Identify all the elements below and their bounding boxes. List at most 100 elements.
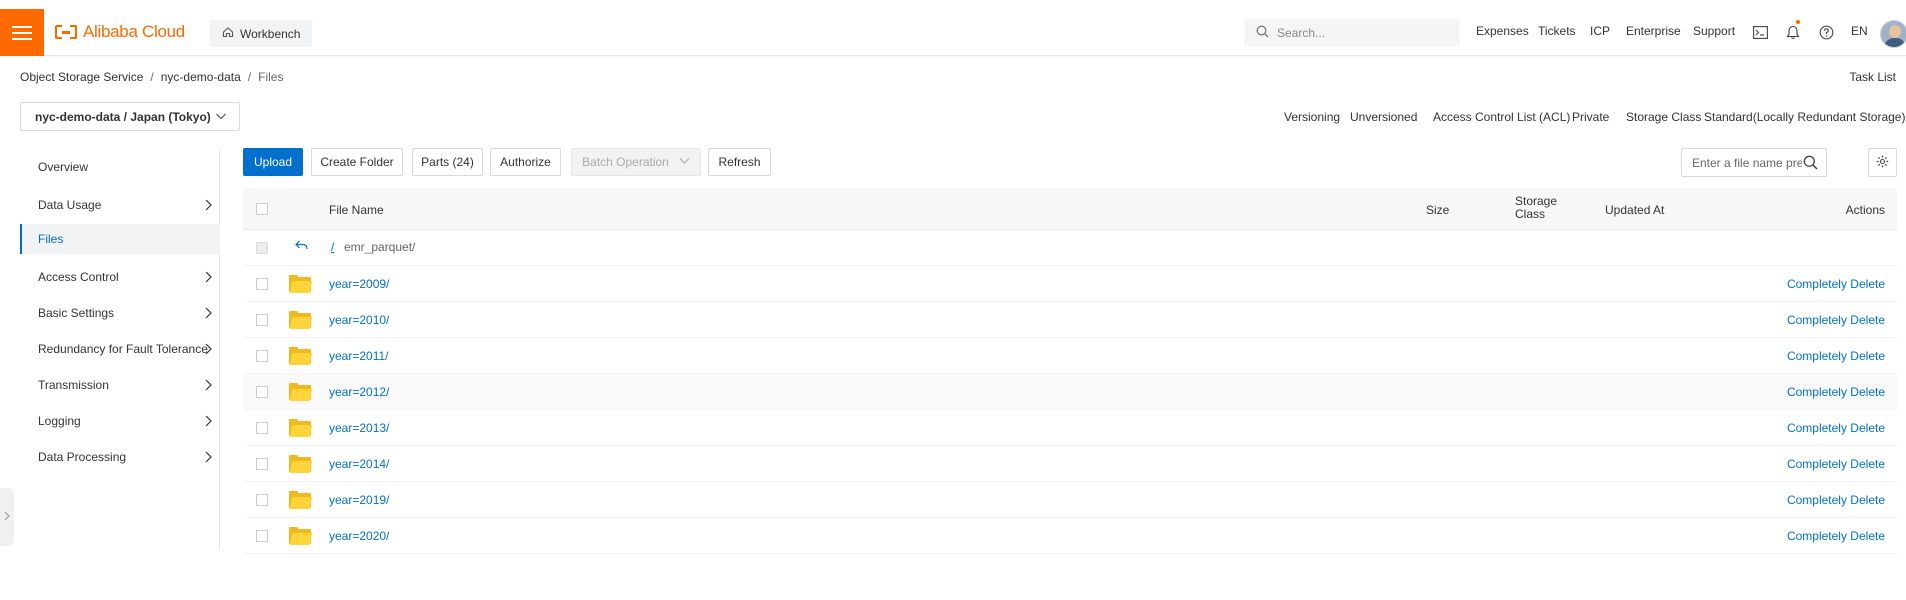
row-checkbox[interactable] bbox=[256, 278, 268, 290]
row-checkbox[interactable] bbox=[256, 494, 268, 506]
file-prefix-search[interactable] bbox=[1681, 148, 1827, 177]
parts-button[interactable]: Parts (24) bbox=[412, 148, 483, 176]
completely-delete-link[interactable]: Completely Delete bbox=[1787, 493, 1885, 507]
sidebar-item-label: Overview bbox=[38, 160, 89, 174]
upload-button[interactable]: Upload bbox=[243, 148, 303, 176]
sidebar-item-access-control[interactable]: Access Control bbox=[20, 262, 220, 292]
workbench-button[interactable]: Workbench bbox=[210, 20, 313, 47]
file-prefix-input[interactable] bbox=[1692, 155, 1802, 170]
row-checkbox[interactable] bbox=[256, 530, 268, 542]
folder-icon bbox=[289, 455, 313, 473]
terminal-icon[interactable] bbox=[1752, 24, 1768, 40]
folder-name-link[interactable]: year=2013/ bbox=[329, 421, 389, 435]
folder-icon bbox=[289, 383, 313, 401]
chevron-down-icon bbox=[215, 110, 227, 125]
completely-delete-link[interactable]: Completely Delete bbox=[1787, 277, 1885, 291]
nav-tickets[interactable]: Tickets bbox=[1538, 24, 1576, 38]
row-checkbox[interactable] bbox=[256, 422, 268, 434]
sidebar-item-label: Logging bbox=[38, 414, 81, 428]
sidebar-item-label: Basic Settings bbox=[38, 306, 115, 320]
gear-icon bbox=[1876, 155, 1889, 171]
select-all-checkbox[interactable] bbox=[256, 203, 268, 215]
search-input[interactable] bbox=[1277, 26, 1447, 40]
completely-delete-link[interactable]: Completely Delete bbox=[1787, 385, 1885, 399]
completely-delete-link[interactable]: Completely Delete bbox=[1787, 313, 1885, 327]
sidebar-collapse-toggle[interactable] bbox=[0, 488, 14, 546]
sidebar-item-data-processing[interactable]: Data Processing bbox=[20, 442, 220, 472]
home-icon bbox=[222, 26, 234, 41]
completely-delete-link[interactable]: Completely Delete bbox=[1787, 457, 1885, 471]
table-row: year=2012/Completely Delete bbox=[243, 374, 1897, 410]
row-checkbox[interactable] bbox=[256, 314, 268, 326]
root-path-link[interactable]: / bbox=[331, 240, 334, 254]
current-path: emr_parquet/ bbox=[344, 240, 416, 254]
table-settings-button[interactable] bbox=[1868, 148, 1897, 177]
nav-expenses[interactable]: Expenses bbox=[1476, 24, 1529, 38]
sidebar-item-basic-settings[interactable]: Basic Settings bbox=[20, 298, 220, 328]
sidebar-item-logging[interactable]: Logging bbox=[20, 406, 220, 436]
user-avatar[interactable] bbox=[1880, 20, 1906, 48]
create-folder-button[interactable]: Create Folder bbox=[311, 148, 403, 176]
authorize-button[interactable]: Authorize bbox=[490, 148, 561, 176]
versioning-label: Versioning bbox=[1284, 110, 1341, 124]
storage-class-value: Standard(Locally Redundant Storage) bbox=[1704, 110, 1906, 124]
sidebar-item-data-usage[interactable]: Data Usage bbox=[20, 190, 220, 220]
sidebar-item-label: Transmission bbox=[38, 378, 109, 392]
storage-class-label: Storage Class bbox=[1626, 110, 1702, 124]
row-checkbox[interactable] bbox=[256, 458, 268, 470]
folder-icon bbox=[289, 491, 313, 509]
chevron-right-icon bbox=[205, 307, 212, 322]
folder-name-link[interactable]: year=2019/ bbox=[329, 493, 389, 507]
bucket-selector[interactable]: nyc-demo-data / Japan (Tokyo) bbox=[20, 102, 240, 131]
chevron-right-icon bbox=[205, 379, 212, 394]
global-search[interactable] bbox=[1244, 19, 1460, 47]
help-icon[interactable] bbox=[1818, 24, 1834, 40]
sidebar-item-overview[interactable]: Overview bbox=[20, 152, 220, 182]
chevron-right-icon bbox=[205, 451, 212, 466]
row-checkbox[interactable] bbox=[256, 350, 268, 362]
folder-name-link[interactable]: year=2009/ bbox=[329, 277, 389, 291]
sidebar-item-transmission[interactable]: Transmission bbox=[20, 370, 220, 400]
sidebar-item-files[interactable]: Files bbox=[20, 224, 220, 254]
refresh-button[interactable]: Refresh bbox=[708, 148, 771, 176]
row-checkbox-disabled bbox=[256, 242, 268, 254]
batch-operation-button[interactable]: Batch Operation bbox=[571, 148, 701, 176]
completely-delete-link[interactable]: Completely Delete bbox=[1787, 529, 1885, 543]
brand-name: Alibaba Cloud bbox=[83, 22, 185, 41]
column-storage-class: Storage Class bbox=[1515, 194, 1558, 221]
breadcrumb-separator: / bbox=[247, 70, 252, 84]
breadcrumb-current: Files bbox=[258, 70, 284, 84]
back-arrow-icon[interactable] bbox=[295, 240, 308, 254]
folder-name-link[interactable]: year=2010/ bbox=[329, 313, 389, 327]
sidebar-item-redundancy-for-fault-tolerance[interactable]: Redundancy for Fault Tolerance bbox=[20, 334, 220, 364]
brand-logo[interactable]: Alibaba Cloud bbox=[55, 18, 185, 46]
completely-delete-link[interactable]: Completely Delete bbox=[1787, 421, 1885, 435]
nav-enterprise[interactable]: Enterprise bbox=[1626, 24, 1681, 38]
folder-icon bbox=[289, 419, 313, 437]
table-row: year=2011/Completely Delete bbox=[243, 338, 1897, 374]
breadcrumb-bucket[interactable]: nyc-demo-data bbox=[161, 70, 241, 84]
bell-icon[interactable] bbox=[1785, 24, 1801, 40]
chevron-right-icon bbox=[4, 510, 10, 524]
task-list-link[interactable]: Task List bbox=[1849, 70, 1896, 84]
search-icon bbox=[1256, 25, 1269, 41]
folder-name-link[interactable]: year=2020/ bbox=[329, 529, 389, 543]
column-size: Size bbox=[1426, 203, 1450, 217]
sidebar-item-label: Redundancy for Fault Tolerance bbox=[38, 342, 208, 356]
nav-icp[interactable]: ICP bbox=[1590, 24, 1610, 38]
chevron-down-icon bbox=[679, 155, 690, 169]
hamburger-menu-button[interactable] bbox=[0, 9, 44, 56]
folder-name-link[interactable]: year=2014/ bbox=[329, 457, 389, 471]
acl-value: Private bbox=[1572, 110, 1610, 124]
folder-name-link[interactable]: year=2011/ bbox=[329, 349, 389, 363]
breadcrumb-oss[interactable]: Object Storage Service bbox=[20, 70, 143, 84]
language-switch[interactable]: EN bbox=[1851, 24, 1868, 38]
nav-support[interactable]: Support bbox=[1693, 24, 1735, 38]
search-icon[interactable] bbox=[1803, 155, 1818, 173]
workbench-label: Workbench bbox=[240, 26, 301, 41]
completely-delete-link[interactable]: Completely Delete bbox=[1787, 349, 1885, 363]
breadcrumb-separator: / bbox=[150, 70, 154, 84]
row-checkbox[interactable] bbox=[256, 386, 268, 398]
table-row: year=2020/Completely Delete bbox=[243, 518, 1897, 554]
folder-name-link[interactable]: year=2012/ bbox=[329, 385, 389, 399]
